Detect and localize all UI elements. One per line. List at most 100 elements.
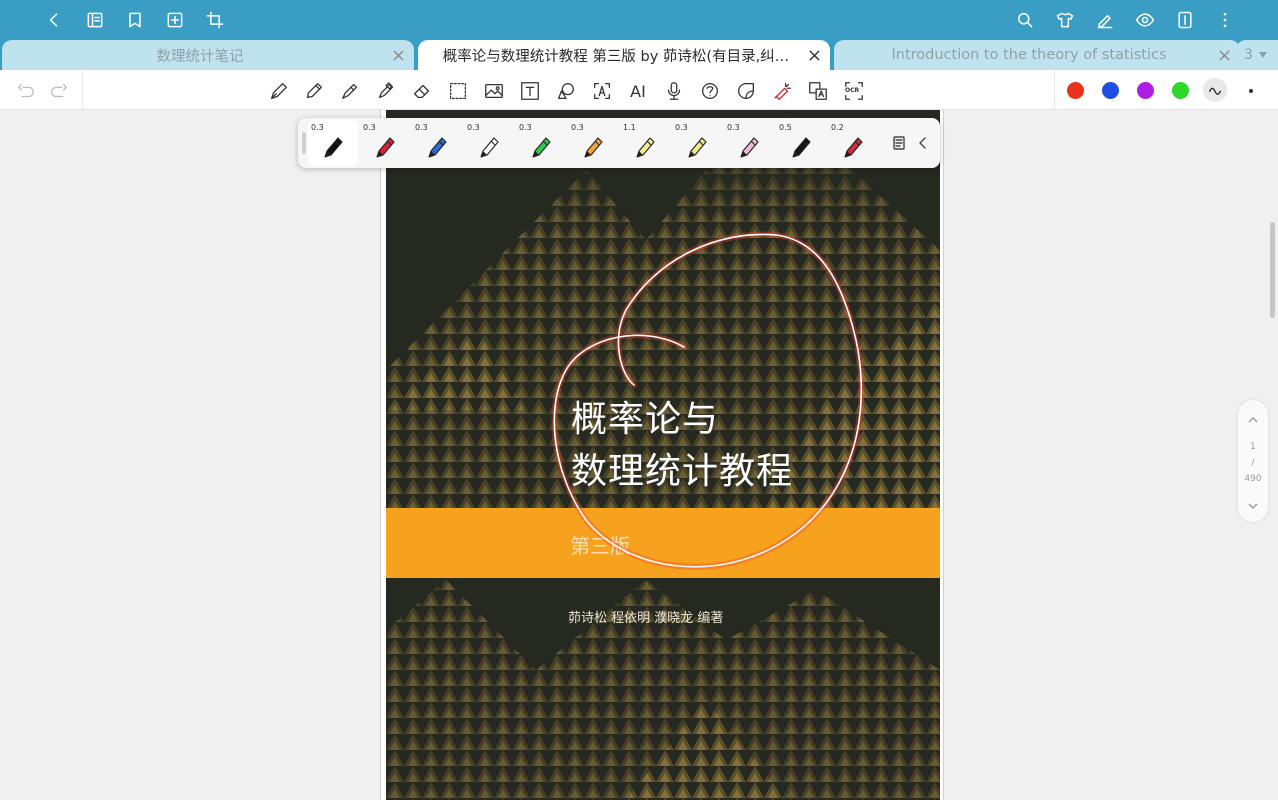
tab-count-label: 3 [1244,47,1253,63]
total-pages: 490 [1244,474,1262,484]
tab-current-book[interactable]: 概率论与数理统计教程 第三版 by 茆诗松(有目录,纠… [418,40,830,70]
pen-icon [740,137,759,158]
tab-strip: 数理统计笔记 概率论与数理统计教程 第三版 by 茆诗松(有目录,纠… Intr… [0,40,1278,70]
pencil-icon[interactable] [301,78,327,104]
pen-size-label: 0.3 [727,123,740,132]
top-bar [0,0,1278,40]
add-page-icon[interactable] [161,6,189,34]
tab-title: 数理统计笔记 [156,48,244,65]
pen-preset[interactable]: 0.3 [308,120,358,166]
shape-icon[interactable] [553,78,579,104]
sticker-icon[interactable] [733,78,759,104]
close-icon[interactable] [1216,47,1232,63]
eraser-icon[interactable] [409,78,435,104]
cover-orange-band [386,508,940,578]
pen-size-label: 0.3 [415,123,428,132]
search-icon[interactable] [1011,6,1039,34]
page-layout-icon[interactable] [1171,6,1199,34]
more-icon[interactable] [1211,6,1239,34]
chevron-down-icon[interactable] [1245,498,1261,514]
fountain-pen-icon[interactable] [266,78,292,104]
ocr-icon[interactable]: OCR [841,78,867,104]
pen-size-label: 0.3 [311,123,324,132]
pen-size-label: 0.3 [363,123,376,132]
pen-icon [376,137,395,158]
text-recognize-icon[interactable] [589,78,615,104]
toolbar-divider [82,70,83,110]
tab-notes[interactable]: 数理统计笔记 [2,40,414,70]
pen-settings-icon[interactable] [888,132,910,154]
collapse-chevron-icon[interactable] [912,132,934,154]
page-separator: / [1251,458,1255,468]
shirt-icon[interactable] [1051,6,1079,34]
cover-edition: 第三版 [570,534,630,558]
chevron-up-icon[interactable] [1245,412,1261,428]
pen-preset[interactable]: 1.1 [620,120,670,166]
audio-note-icon[interactable] [697,78,723,104]
page-navigator: 1 / 490 [1238,400,1268,522]
pen-size-label: 0.3 [571,123,584,132]
translate-icon[interactable] [805,78,831,104]
text-box-icon[interactable] [517,78,543,104]
pen-preset[interactable]: 0.2 [828,120,878,166]
undo-icon[interactable] [13,78,39,104]
redo-icon[interactable] [46,78,72,104]
tab-title: Introduction to the theory of statistics [891,47,1167,63]
stroke-style-icon[interactable] [1203,78,1227,102]
pen-icon [584,137,603,158]
pen-icon [428,137,447,158]
stroke-size-dot[interactable] [1249,89,1253,93]
laser-pointer-icon[interactable] [769,78,795,104]
pen-size-label: 0.5 [779,123,792,132]
ballpoint-icon[interactable] [337,78,363,104]
pen-size-label: 1.1 [623,123,636,132]
drag-handle[interactable] [302,132,306,154]
pen-size-label: 0.3 [519,123,532,132]
book-cover: 概率论与 数理统计教程 第三版 茆诗松 程依明 濮晓龙 编著 [386,110,940,800]
cover-title-line1: 概率论与 [571,399,720,440]
pen-icon [480,137,499,158]
scrollbar-thumb[interactable] [1270,222,1275,318]
tab-intro-statistics[interactable]: Introduction to the theory of statistics [834,40,1240,70]
pen-size-label: 0.3 [467,123,480,132]
cover-authors: 茆诗松 程依明 濮晓龙 编著 [568,611,724,626]
tab-count-dropdown[interactable]: 3 [1236,40,1278,70]
current-page: 1 [1250,442,1256,452]
pen-preset[interactable]: 0.3 [724,120,774,166]
bookmark-icon[interactable] [121,6,149,34]
ocr-label: OCR [845,87,860,94]
microphone-icon[interactable] [661,78,687,104]
pen-preset[interactable]: 0.3 [464,120,514,166]
pen-icon [792,137,811,158]
pen-preset[interactable]: 0.3 [516,120,566,166]
close-icon[interactable] [806,47,822,63]
cover-title-line2: 数理统计教程 [571,451,794,492]
document-viewport[interactable]: 概率论与 数理统计教程 第三版 茆诗松 程依明 濮晓龙 编著 1 / 490 [0,110,1278,800]
color-swatch-red[interactable] [1067,82,1084,99]
color-swatch-blue[interactable] [1102,82,1119,99]
highlighter-icon[interactable] [373,78,399,104]
image-icon[interactable] [481,78,507,104]
lasso-select-icon[interactable] [445,78,471,104]
pen-icon [324,137,343,158]
back-arrow-icon[interactable] [40,6,68,34]
ai-label: AI [630,81,646,101]
eye-icon[interactable] [1131,6,1159,34]
pen-icon [688,137,707,158]
pen-preset[interactable]: 0.3 [360,120,410,166]
pen-preset[interactable]: 0.5 [776,120,826,166]
pen-preset[interactable]: 0.3 [672,120,722,166]
color-swatch-green[interactable] [1172,82,1189,99]
pdf-page[interactable]: 概率论与 数理统计教程 第三版 茆诗松 程依明 濮晓龙 编著 [380,110,944,800]
ai-icon[interactable]: AI [625,78,651,104]
pen-edit-icon[interactable] [1091,6,1119,34]
color-swatch-purple[interactable] [1137,82,1154,99]
crop-icon[interactable] [201,6,229,34]
close-icon[interactable] [390,47,406,63]
pen-size-label: 0.3 [675,123,688,132]
toolbar-divider [1054,70,1055,110]
pen-preset[interactable]: 0.3 [568,120,618,166]
pen-icon [532,137,551,158]
outline-icon[interactable] [81,6,109,34]
pen-preset[interactable]: 0.3 [412,120,462,166]
